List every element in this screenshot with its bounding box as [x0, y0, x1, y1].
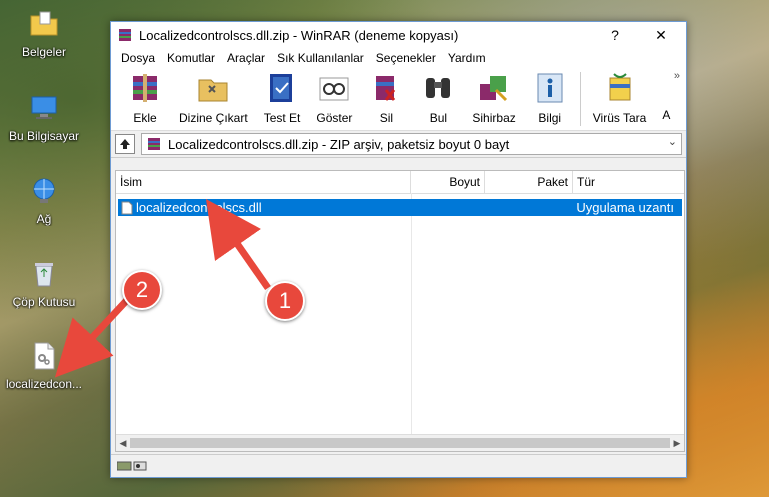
file-list: İsim Boyut Paket Tür localizedcontrolscs… [115, 170, 685, 452]
wizard-icon [480, 76, 508, 102]
winrar-archive-icon [148, 138, 160, 150]
desktop-icon-label: Ağ [36, 212, 52, 226]
virus-scan-button[interactable]: Virüs Tara [585, 68, 655, 125]
scroll-right-icon[interactable]: ▶ [670, 435, 684, 451]
view-button-label: Göster [316, 111, 353, 125]
recycle-bin-icon [35, 263, 53, 287]
address-bar: Localizedcontrolscs.dll.zip - ZIP arşiv,… [111, 131, 686, 158]
folder-icon [30, 11, 58, 36]
info-button[interactable]: Bilgi [524, 68, 576, 125]
view-glasses-icon [319, 77, 349, 101]
extract-folder-icon [198, 79, 228, 102]
status-bar [111, 454, 686, 477]
find-button[interactable]: Bul [412, 68, 464, 125]
menu-bar: Dosya Komutlar Araçlar Sık Kullanılanlar… [111, 48, 686, 68]
winrar-icon [119, 29, 131, 41]
wizard-button-label: Sihirbaz [472, 111, 516, 125]
window-title: Localizedcontrolscs.dll.zip - WinRAR (de… [139, 27, 459, 43]
menu-komutlar[interactable]: Komutlar [161, 51, 221, 65]
network-icon [33, 178, 55, 203]
test-button[interactable]: Test Et [256, 68, 309, 125]
desktop-icon-label: localizedcon... [5, 377, 83, 391]
scrollbar-thumb[interactable] [130, 438, 670, 448]
find-button-label: Bul [429, 111, 448, 125]
menu-secenekler[interactable]: Seçenekler [370, 51, 442, 65]
desktop-icon-network[interactable]: Ağ [4, 175, 84, 226]
info-button-label: Bilgi [538, 111, 562, 125]
desktop-icon-label: Belgeler [21, 45, 67, 59]
dll-file-icon [121, 201, 133, 214]
wizard-button[interactable]: Sihirbaz [464, 68, 523, 125]
column-header-size[interactable]: Boyut [411, 171, 485, 193]
desktop-icon-label: Çöp Kutusu [12, 295, 76, 309]
info-icon [537, 73, 563, 103]
file-type: Uygulama uzantı [576, 200, 674, 215]
chevron-down-icon[interactable]: ⌄ [668, 135, 677, 148]
winrar-window: Localizedcontrolscs.dll.zip - WinRAR (de… [110, 21, 687, 478]
desktop-icon-documents[interactable]: Belgeler [4, 8, 84, 59]
delete-button-label: Sil [379, 111, 394, 125]
test-book-icon [270, 74, 293, 102]
step-badge-1: 1 [265, 281, 305, 321]
toolbar: Ekle Dizine Çıkart Test Et Göster Sil Bu… [111, 68, 686, 131]
column-divider [411, 193, 412, 435]
test-button-label: Test Et [263, 111, 301, 125]
add-archive-icon [133, 74, 157, 102]
menu-sik-kullanilanlar[interactable]: Sık Kullanılanlar [271, 51, 370, 65]
up-arrow-icon [120, 139, 130, 149]
horizontal-scrollbar[interactable]: ◀ ▶ [116, 434, 684, 451]
desktop-icon-label: Bu Bilgisayar [8, 129, 80, 143]
extract-button[interactable]: Dizine Çıkart [171, 68, 256, 125]
menu-yardim[interactable]: Yardım [442, 51, 492, 65]
column-header-type[interactable]: Tür [573, 171, 682, 193]
help-button[interactable]: ? [592, 22, 638, 48]
computer-icon [31, 96, 57, 119]
view-button[interactable]: Göster [308, 68, 360, 125]
toolbar-overflow-icon[interactable]: » [674, 70, 680, 82]
column-header-packed[interactable]: Paket [485, 171, 573, 193]
desktop-icon-recycle-bin[interactable]: Çöp Kutusu [4, 258, 84, 309]
virus-scan-icon [609, 73, 631, 101]
file-name: localizedcontrolscs.dll [135, 200, 262, 215]
add-button[interactable]: Ekle [119, 68, 171, 125]
desktop-icon-dll-file[interactable]: localizedcon... [4, 340, 84, 391]
title-bar[interactable]: Localizedcontrolscs.dll.zip - WinRAR (de… [111, 22, 686, 48]
dll-file-icon [34, 342, 55, 370]
scroll-left-icon[interactable]: ◀ [116, 435, 130, 451]
archive-path-text: Localizedcontrolscs.dll.zip - ZIP arşiv,… [168, 136, 510, 152]
drive-status-icon[interactable] [117, 459, 147, 473]
delete-icon [376, 76, 396, 101]
extract-button-label: Dizine Çıkart [179, 111, 248, 125]
table-row[interactable]: localizedcontrolscs.dll Uygulama uzantı [118, 199, 682, 216]
column-header-name[interactable]: İsim [116, 171, 411, 193]
add-button-label: Ekle [133, 111, 157, 125]
up-folder-button[interactable] [115, 134, 135, 154]
menu-dosya[interactable]: Dosya [115, 51, 161, 65]
binoculars-icon [426, 78, 451, 98]
virus-scan-button-label: Virüs Tara [592, 111, 647, 125]
list-header: İsim Boyut Paket Tür [116, 171, 684, 194]
step-badge-2: 2 [122, 270, 162, 310]
archive-path-dropdown[interactable]: Localizedcontrolscs.dll.zip - ZIP arşiv,… [141, 133, 682, 155]
toolbar-separator [579, 72, 581, 126]
delete-button[interactable]: Sil [360, 68, 412, 125]
close-button[interactable]: ✕ [638, 22, 684, 48]
more-toolbar-label: A [662, 108, 671, 122]
desktop-icon-this-pc[interactable]: Bu Bilgisayar [4, 92, 84, 143]
menu-araclar[interactable]: Araçlar [221, 51, 271, 65]
